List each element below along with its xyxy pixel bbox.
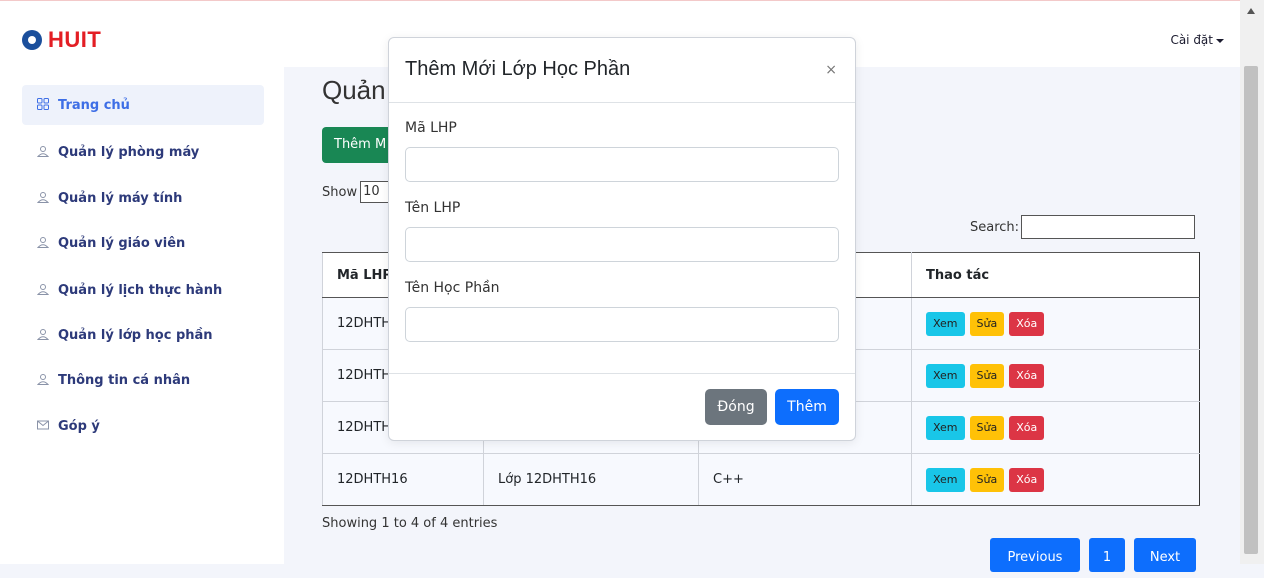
table-row: 12DHTH16 Lớp 12DHTH16 C++ Xem Sửa Xóa [322,453,1200,506]
delete-button[interactable]: Xóa [1009,467,1045,492]
sidebar-item-label: Quản lý máy tính [58,190,183,206]
search-input[interactable] [1021,215,1196,239]
sidebar-item-computers[interactable]: Quản lý máy tính [22,178,264,218]
sidebar-item-label: Trang chủ [58,97,130,113]
table-cell: Lớp 12DHTH16 [483,453,699,506]
submit-add-button[interactable]: Thêm [775,389,839,425]
add-course-class-modal: Thêm Mới Lớp Học Phần × Mã LHP Tên LHP T… [388,37,856,441]
page-scrollbar[interactable] [1240,0,1264,564]
row-actions: Xem Sửa Xóa [911,401,1200,454]
sidebar-item-label: Quản lý lớp học phần [58,327,213,343]
previous-page-button[interactable]: Previous [990,538,1080,572]
user-icon [36,191,50,205]
table-cell: 12DHTH16 [322,453,484,506]
delete-button[interactable]: Xóa [1009,415,1045,440]
column-header: Thao tác [911,252,1200,298]
divider [389,102,855,103]
table-info: Showing 1 to 4 of 4 entries [322,516,498,531]
logo[interactable]: HUIT [22,27,101,53]
table-search: Search: [970,215,1196,239]
scroll-up-arrow-icon[interactable] [1247,8,1255,14]
show-label: Show [322,184,358,200]
table-cell: C++ [698,453,912,506]
class-name-input[interactable] [405,227,839,262]
logo-text: HUIT [48,27,102,52]
settings-dropdown[interactable]: Cài đặt [1170,33,1224,47]
sidebar-item-computer-rooms[interactable]: Quản lý phòng máy [22,132,264,172]
class-code-input[interactable] [405,147,839,182]
edit-button[interactable]: Sửa [969,467,1005,492]
field-label-class-code: Mã LHP [405,120,457,136]
scrollbar-thumb[interactable] [1244,66,1258,554]
edit-button[interactable]: Sửa [969,311,1005,336]
row-actions: Xem Sửa Xóa [911,349,1200,402]
user-icon [36,236,50,250]
sidebar-item-label: Quản lý giáo viên [58,235,186,251]
sidebar-item-teachers[interactable]: Quản lý giáo viên [22,223,264,263]
sidebar: Trang chủ Quản lý phòng máy Quản lý máy … [0,67,284,564]
view-button[interactable]: Xem [926,363,965,388]
delete-button[interactable]: Xóa [1009,363,1045,388]
course-name-input[interactable] [405,307,839,342]
sidebar-item-feedback[interactable]: Góp ý [22,406,264,446]
row-actions: Xem Sửa Xóa [911,297,1200,350]
user-icon [36,373,50,387]
modal-title: Thêm Mới Lớp Học Phần [405,58,631,80]
view-button[interactable]: Xem [926,311,965,336]
sidebar-item-label: Thông tin cá nhân [58,372,191,388]
delete-button[interactable]: Xóa [1009,311,1045,336]
sidebar-item-label: Góp ý [58,418,100,434]
user-icon [36,328,50,342]
sidebar-item-label: Quản lý phòng máy [58,144,200,160]
close-icon[interactable]: × [825,62,837,78]
page-1-button[interactable]: 1 [1089,538,1125,572]
grid-icon [36,98,50,112]
sidebar-item-profile[interactable]: Thông tin cá nhân [22,360,264,400]
sidebar-item-home[interactable]: Trang chủ [22,85,264,125]
sidebar-item-course-classes[interactable]: Quản lý lớp học phần [22,315,264,355]
row-actions: Xem Sửa Xóa [911,453,1200,506]
view-button[interactable]: Xem [926,467,965,492]
sidebar-item-lab-schedule[interactable]: Quản lý lịch thực hành [22,270,264,310]
page-length-control: Show 10 [322,181,395,203]
search-label: Search: [970,219,1020,235]
logo-icon [22,30,42,50]
user-icon [36,283,50,297]
field-label-course-name: Tên Học Phần [405,280,500,296]
view-button[interactable]: Xem [926,415,965,440]
next-page-button[interactable]: Next [1134,538,1196,572]
close-button[interactable]: Đóng [705,389,767,425]
field-label-class-name: Tên LHP [405,200,461,216]
user-icon [36,145,50,159]
page-title: Quản [322,75,386,105]
sidebar-item-label: Quản lý lịch thực hành [58,282,223,298]
edit-button[interactable]: Sửa [969,363,1005,388]
mail-icon [36,419,50,433]
caret-down-icon [1216,38,1224,43]
edit-button[interactable]: Sửa [969,415,1005,440]
divider [389,373,855,374]
settings-label: Cài đặt [1170,33,1213,47]
